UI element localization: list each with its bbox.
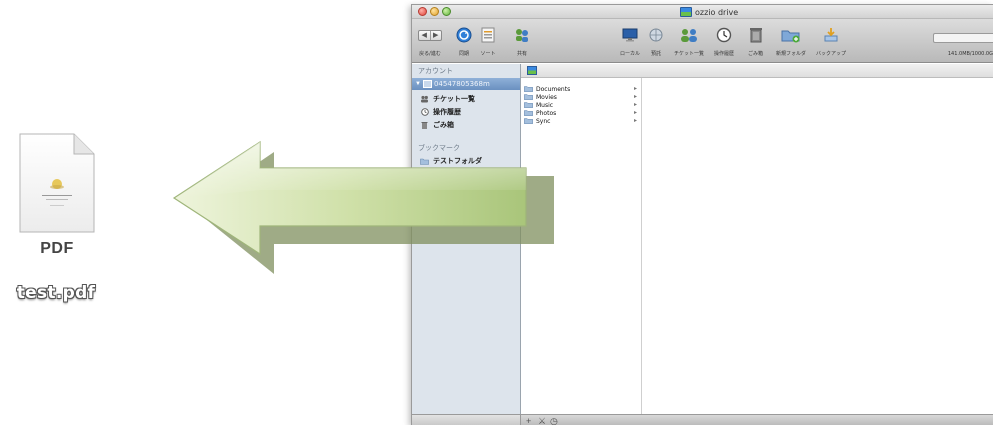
chevron-right-icon: ▸ (633, 86, 637, 92)
close-button[interactable] (418, 7, 427, 16)
storage-progress-bar (933, 33, 993, 43)
folder-name: Documents (536, 85, 571, 93)
sync-button[interactable]: 同期 (456, 22, 472, 57)
column-path-bar (521, 64, 993, 78)
window-title: ozzio drive (695, 7, 739, 17)
account-drive-icon (422, 80, 432, 88)
sidebar-item-history[interactable]: 操作履歴 (420, 107, 461, 117)
chevron-right-icon: ▸ (633, 102, 637, 108)
file-browser-area[interactable] (642, 78, 993, 414)
folder-icon (524, 102, 533, 108)
trash-icon (421, 122, 428, 129)
file-type-label: PDF (40, 240, 74, 257)
chevron-right-icon: ▸ (633, 94, 637, 100)
backup-icon (824, 28, 838, 42)
app-logo-icon (680, 7, 692, 17)
back-forward-button[interactable]: ◀ ▶ 戻る/進む (418, 22, 442, 57)
sidebar-item-tickets[interactable]: チケット一覧 (420, 94, 475, 104)
add-icon[interactable]: + (526, 416, 531, 425)
folder-name: Music (536, 101, 554, 109)
trash-icon (749, 28, 762, 43)
new-folder-button[interactable]: 新規フォルダ (776, 22, 806, 57)
backup-button[interactable]: バックアップ (816, 22, 846, 57)
title-bar: ozzio drive (412, 5, 993, 19)
minimize-button[interactable] (430, 7, 439, 16)
drive-root-icon[interactable] (527, 66, 537, 75)
disclosure-triangle-icon: ▼ (415, 81, 421, 87)
clock-icon[interactable]: ◷ (550, 416, 558, 425)
folder-name: Movies (536, 93, 557, 101)
list-item[interactable]: Sync ▸ (521, 117, 641, 125)
people-icon (421, 95, 428, 103)
sort-button[interactable]: ソート (480, 22, 496, 57)
list-item[interactable]: Movies ▸ (521, 93, 641, 101)
clock-icon (716, 27, 732, 43)
globe-icon (649, 28, 663, 42)
folder-name: Photos (536, 109, 557, 117)
folder-icon (524, 118, 533, 124)
people-icon (681, 29, 697, 42)
preview-button[interactable]: 預託 (648, 22, 664, 57)
list-item[interactable]: Music ▸ (521, 101, 641, 109)
toolbar: ◀ ▶ 戻る/進む 同期 ソート 共有 ローカル 預託 チケット一覧 操作履歴 … (412, 19, 993, 63)
folder-icon (524, 86, 533, 92)
tickets-button[interactable]: チケット一覧 (674, 22, 704, 57)
sidebar-item-trash[interactable]: ごみ箱 (420, 120, 454, 130)
trash-button[interactable]: ごみ箱 (748, 22, 763, 57)
share-button[interactable]: 共有 (514, 22, 530, 57)
monitor-icon (622, 28, 638, 42)
folder-icon (524, 110, 533, 116)
bottom-bar: + ⚔ ◷ (412, 414, 993, 425)
pdf-document-icon (19, 133, 95, 233)
list-item[interactable]: Documents ▸ (521, 85, 641, 93)
file-name-label[interactable]: test.pdf (4, 283, 108, 303)
account-section-header: アカウント (418, 67, 453, 75)
left-arrow-icon (172, 140, 554, 274)
zoom-button[interactable] (442, 7, 451, 16)
account-id-label: 04547805368m (433, 80, 490, 88)
sync-icon (456, 27, 472, 43)
folder-name: Sync (536, 117, 551, 125)
chevron-right-icon: ▸ (633, 110, 637, 116)
share-icon[interactable]: ⚔ (538, 416, 546, 425)
list-item[interactable]: Photos ▸ (521, 109, 641, 117)
pdf-file[interactable]: PDF (12, 132, 102, 262)
new-folder-icon (781, 30, 800, 43)
folder-icon (524, 94, 533, 100)
storage-usage-label: 141.0MB/1000.0G (947, 51, 993, 57)
sidebar-footer (412, 415, 521, 425)
clock-icon (420, 108, 429, 116)
nav-arrows-icon: ◀ ▶ (418, 29, 442, 41)
sidebar-account-item[interactable]: ▼ 04547805368m (412, 78, 520, 90)
local-button[interactable]: ローカル (620, 22, 640, 57)
share-icon (516, 29, 528, 42)
sort-icon (481, 27, 495, 43)
history-button[interactable]: 操作履歴 (714, 22, 734, 57)
chevron-right-icon: ▸ (633, 118, 637, 124)
